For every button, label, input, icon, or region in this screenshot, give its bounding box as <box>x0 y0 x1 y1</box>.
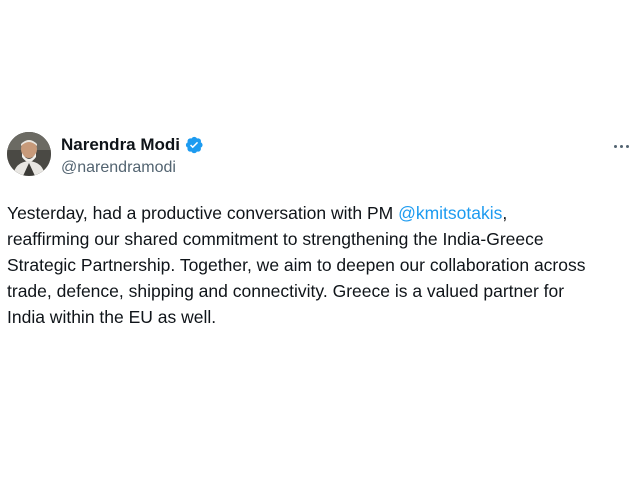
more-options-icon[interactable] <box>609 136 633 156</box>
author-info: Narendra Modi @narendramodi <box>61 134 204 177</box>
avatar[interactable] <box>7 132 51 176</box>
dot <box>625 144 629 148</box>
name-row: Narendra Modi <box>61 134 204 156</box>
author-handle[interactable]: @narendramodi <box>61 159 204 177</box>
post-text-line-5: India within the EU as well. <box>7 307 217 327</box>
author-display-name[interactable]: Narendra Modi <box>61 135 180 155</box>
post-card: Narendra Modi @narendramodi Yesterday, h… <box>0 0 640 480</box>
post-text-line-4: trade, defence, shipping and connectivit… <box>7 281 565 301</box>
dot <box>619 144 623 148</box>
post-text-line-3: Strategic Partnership. Together, we aim … <box>7 255 586 275</box>
verified-badge-icon <box>184 135 204 155</box>
post-text-line-1: Yesterday, had a productive conversation… <box>7 200 635 226</box>
dot <box>613 144 617 148</box>
post-text-segment: Yesterday, had a productive conversation… <box>7 203 399 223</box>
post-header: Narendra Modi @narendramodi <box>7 132 635 184</box>
post-text-line-2: reaffirming our shared commitment to str… <box>7 229 544 249</box>
post-text: Yesterday, had a productive conversation… <box>7 200 635 330</box>
mention-link[interactable]: @kmitsotakis <box>398 203 502 223</box>
post-text-segment: , <box>502 203 508 223</box>
